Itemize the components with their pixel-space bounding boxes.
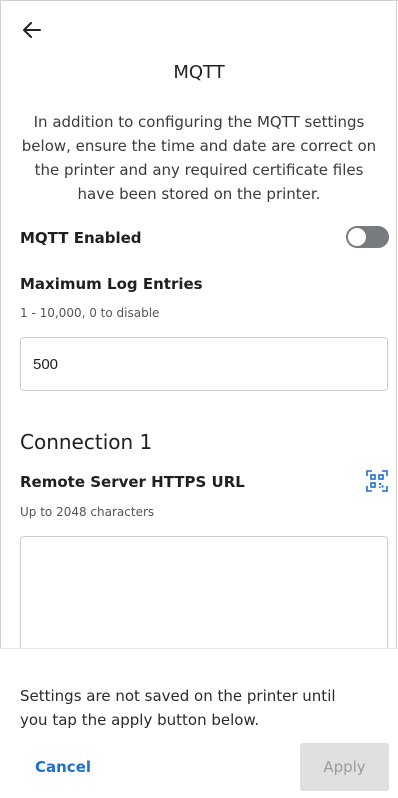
apply-button[interactable]: Apply <box>300 743 389 791</box>
back-button[interactable] <box>18 16 46 44</box>
remote-server-url-label: Remote Server HTTPS URL <box>20 473 245 491</box>
qr-scan-icon <box>366 470 388 492</box>
cancel-button[interactable]: Cancel <box>35 758 91 776</box>
arrow-left-icon <box>23 22 41 38</box>
page-title: MQTT <box>173 62 225 83</box>
remote-server-url-hint: Up to 2048 characters <box>20 505 155 519</box>
qr-scan-button[interactable] <box>366 470 388 492</box>
max-log-entries-input[interactable] <box>20 337 388 391</box>
mqtt-enabled-toggle[interactable] <box>346 226 389 248</box>
max-log-entries-hint: 1 - 10,000, 0 to disable <box>20 306 160 320</box>
footer-message: Settings are not saved on the printer un… <box>20 687 336 729</box>
mqtt-enabled-label: MQTT Enabled <box>20 229 142 247</box>
top-divider <box>0 0 398 1</box>
remote-server-url-input[interactable] <box>20 536 388 666</box>
intro-text: In addition to configuring the MQTT sett… <box>21 113 377 203</box>
max-log-entries-label: Maximum Log Entries <box>20 275 203 293</box>
toggle-knob <box>348 228 366 246</box>
connection-title: Connection 1 <box>20 430 153 454</box>
